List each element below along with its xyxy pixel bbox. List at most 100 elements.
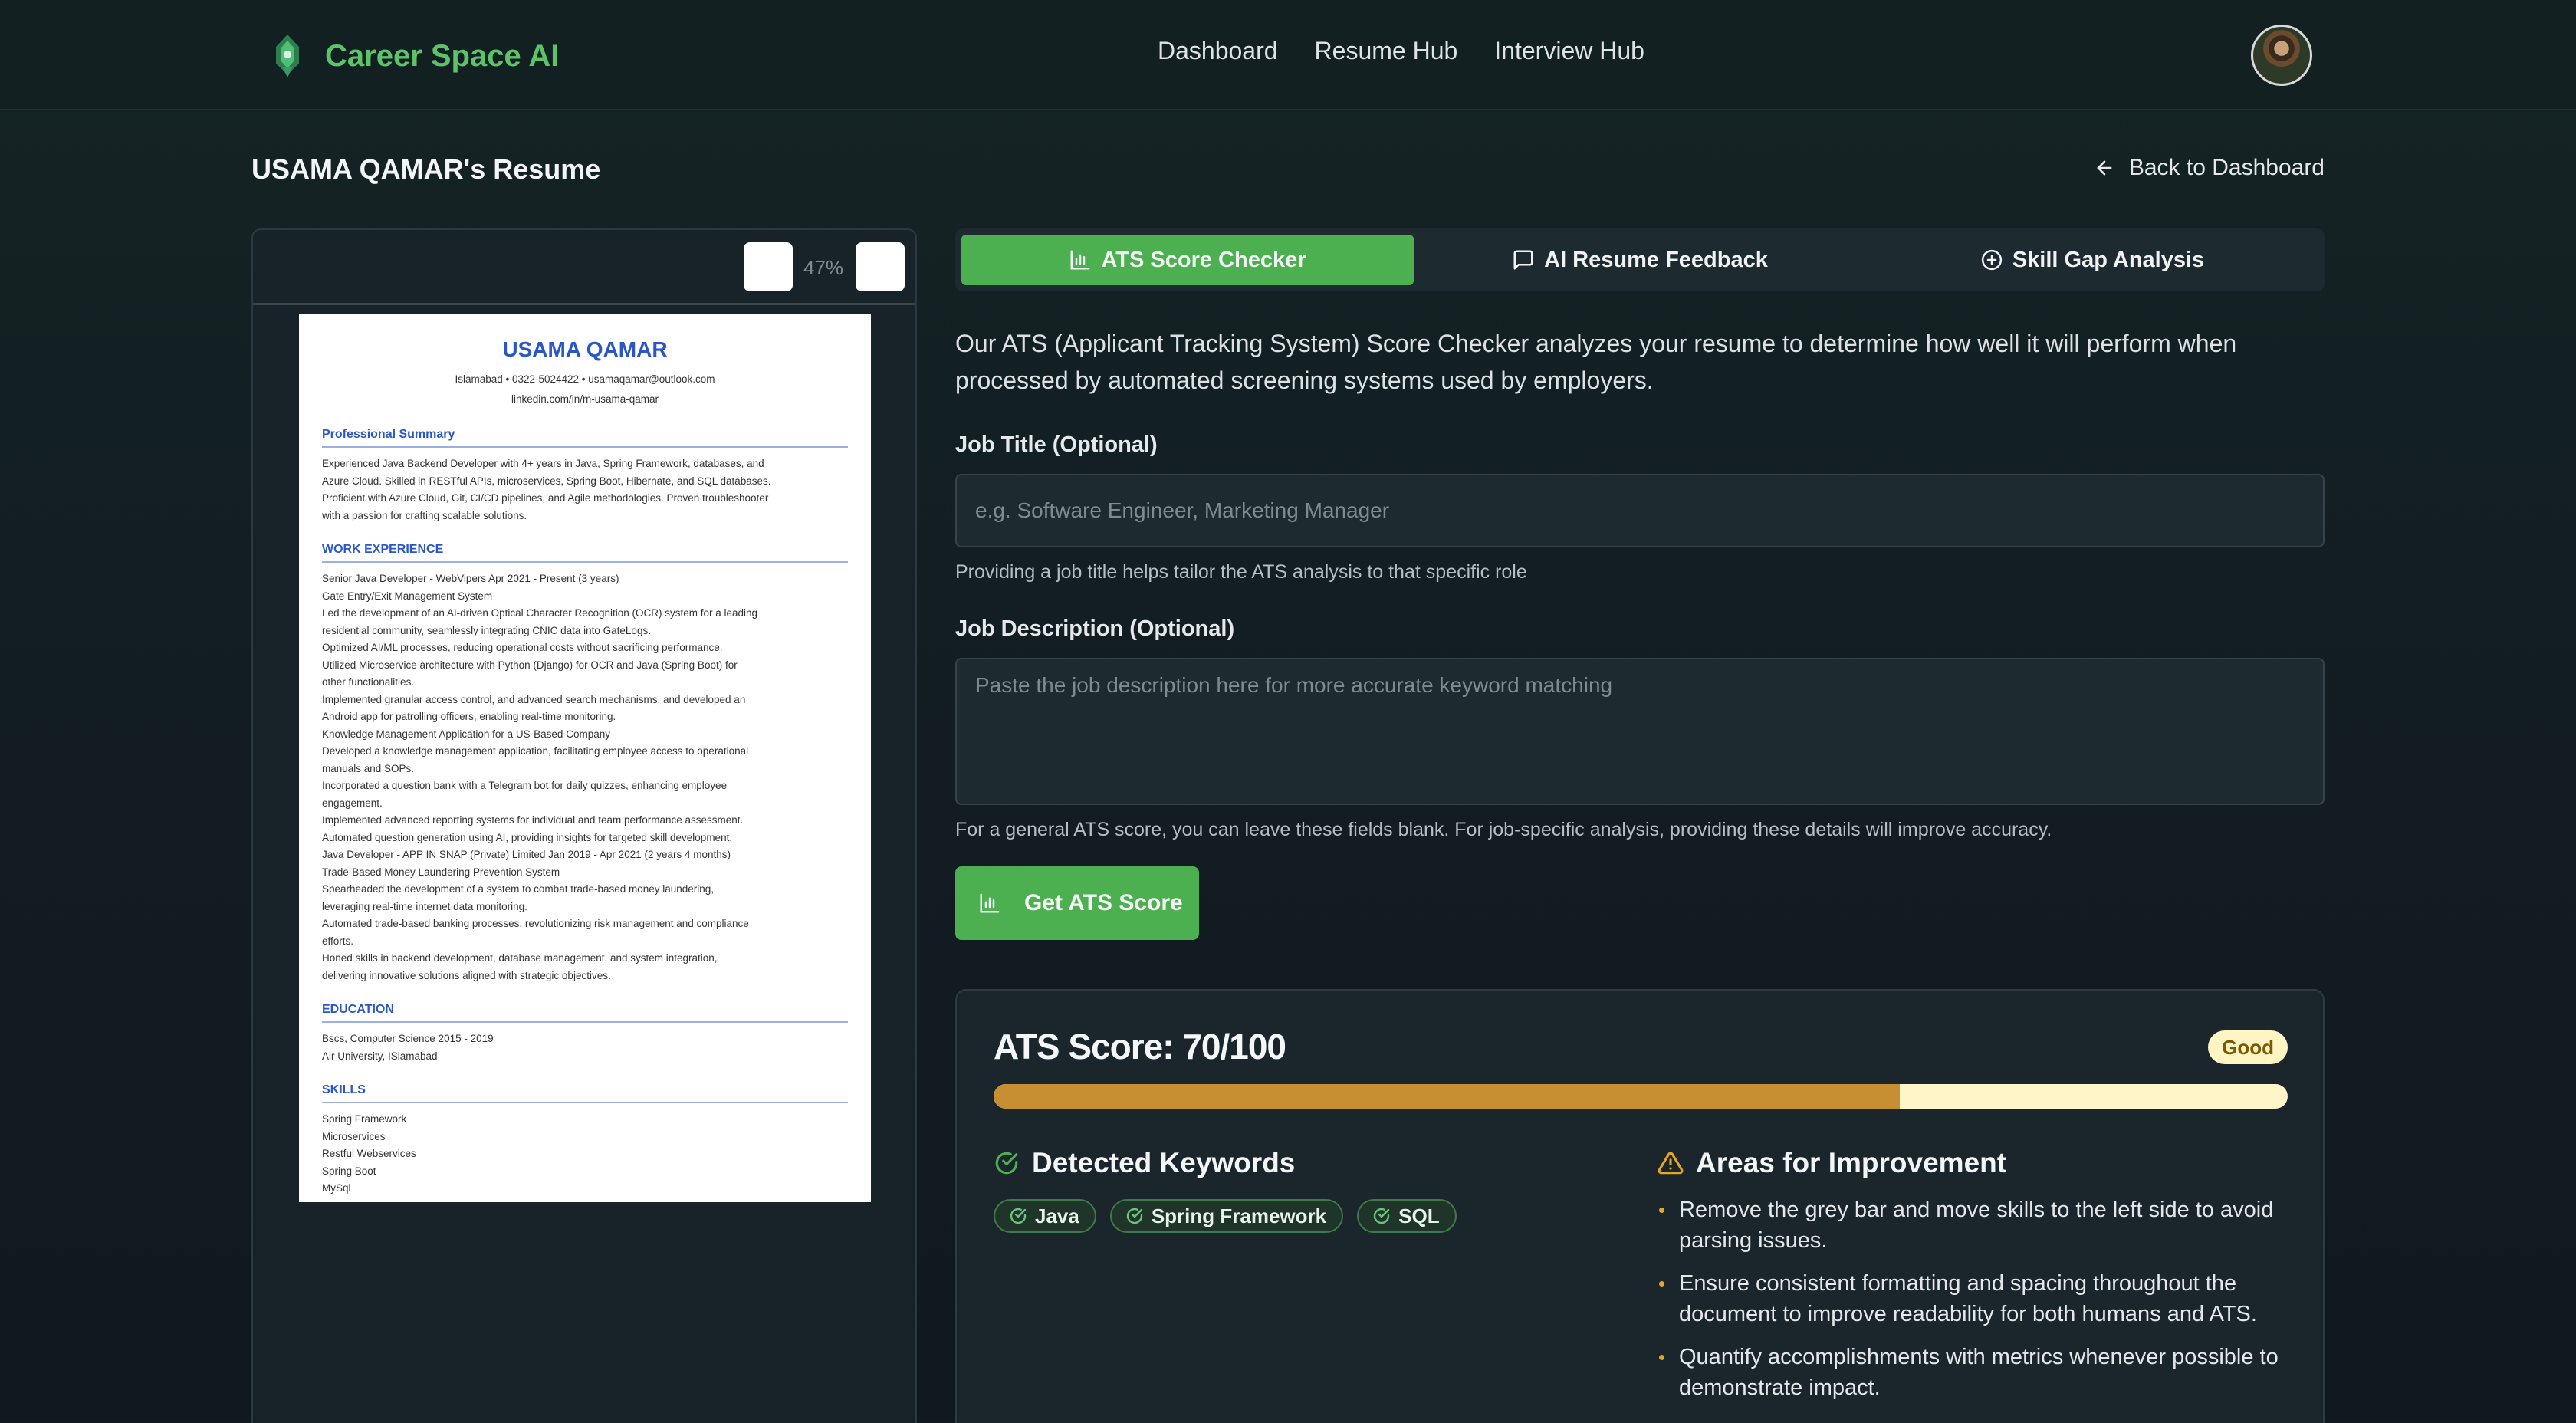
resume-section-heading: WORK EXPERIENCE [322,543,848,563]
resume-line: Gate Entry/Exit Management System [322,590,493,602]
resume-line: Java Developer - APP IN SNAP (Private) L… [322,849,731,860]
resume-line: engagement. [322,797,383,809]
tab-label: ATS Score Checker [1101,247,1306,272]
resume-line: efforts. [322,935,354,947]
resume-line: Optimized AI/ML processes, reducing oper… [322,642,723,653]
warning-triangle-icon [1658,1152,1684,1175]
check-circle-icon [1010,1208,1027,1224]
keyword-label: SQL [1398,1204,1440,1227]
improvement-item: Quantify accomplishments with metrics wh… [1658,1342,2286,1403]
resume-section-heading: Professional Summary [322,428,848,448]
check-circle-icon [1126,1208,1143,1224]
resume-document: USAMA QAMAR Islamabad • 0322-5024422 • u… [299,314,871,1202]
resume-section-body: Bscs, Computer Science 2015 - 2019 Air U… [322,1030,848,1065]
resume-line: Air University, ISlamabad [322,1050,438,1062]
resume-section-body: Spring Framework Microservices Restful W… [322,1111,848,1198]
resume-line: with a passion for crafting scalable sol… [322,509,527,521]
improvement-item: Ensure consistent formatting and spacing… [1658,1268,2286,1329]
resume-name: USAMA QAMAR [502,337,668,361]
tab-label: AI Resume Feedback [1544,247,1768,272]
resume-line: Senior Java Developer - WebVipers Apr 20… [322,573,619,584]
preview-toolbar: 47% [253,230,915,305]
resume-line: Developed a knowledge management applica… [322,745,749,757]
resume-preview-panel: 47% USAMA QAMAR Islamabad • 0322-5024422… [251,228,917,1423]
job-title-label: Job Title (Optional) [955,432,1158,457]
tab-skill-gap-analysis[interactable]: Skill Gap Analysis [1866,235,2318,285]
heading-label: Detected Keywords [1032,1147,1296,1178]
tab-ats-score-checker[interactable]: ATS Score Checker [961,235,1414,285]
keyword-label: Java [1035,1204,1079,1227]
nav-interview-hub[interactable]: Interview Hub [1494,37,1644,65]
detected-keywords-heading: Detected Keywords [994,1147,1295,1179]
resume-line: Implemented advanced reporting systems f… [322,814,744,826]
resume-line: Led the development of an AI-driven Opti… [322,607,758,619]
page-title: USAMA QAMAR's Resume [251,153,601,185]
job-description-label: Job Description (Optional) [955,616,1235,641]
general-hint: For a general ATS score, you can leave t… [955,819,2052,840]
improvement-list: Remove the grey bar and move skills to t… [1658,1195,2286,1415]
resume-line: Spearheaded the development of a system … [322,883,715,895]
ats-score-title: ATS Score: 70/100 [994,1027,1286,1066]
resume-section-body: Senior Java Developer - WebVipers Apr 20… [322,570,848,984]
resume-line: Honed skills in backend development, dat… [322,952,718,964]
chat-icon [1513,250,1533,270]
keyword-chip: SQL [1357,1199,1457,1233]
ats-intro-text: Our ATS (Applicant Tracking System) Scor… [955,330,2237,394]
brand-name: Career Space AI [325,38,560,73]
resume-line: MySql [322,1182,351,1194]
user-avatar[interactable] [2251,25,2312,86]
main-nav: Dashboard Resume Hub Interview Hub [1158,37,1644,65]
keyword-chip: Java [994,1199,1096,1233]
resume-line: Microservices [322,1130,386,1142]
nav-dashboard[interactable]: Dashboard [1158,37,1278,65]
tab-label: Skill Gap Analysis [2012,247,2205,272]
score-progress-fill [994,1084,1900,1109]
get-ats-score-button[interactable]: Get ATS Score [955,866,1199,940]
zoom-level: 47% [803,256,844,279]
resume-linkedin: linkedin.com/in/m-usama-qamar [511,393,659,405]
zoom-out-button[interactable] [744,242,793,291]
bar-chart-icon [980,893,1000,913]
back-to-dashboard-link[interactable]: Back to Dashboard [2094,155,2325,181]
keyword-label: Spring Framework [1151,1204,1327,1227]
resume-line: Utilized Microservice architecture with … [322,659,738,671]
rating-badge: Good [2208,1030,2288,1064]
resume-line: Incorporated a question bank with a Tele… [322,780,728,791]
score-progress-bar [994,1084,2288,1109]
resume-contact-line: Islamabad • 0322-5024422 • usamaqamar@ou… [455,373,715,385]
job-title-input[interactable] [955,474,2325,547]
resume-section-heading: SKILLS [322,1083,848,1103]
resume-line: Knowledge Management Application for a U… [322,728,610,740]
brand[interactable]: Career Space AI [268,29,559,83]
arrow-left-icon [2097,160,2112,176]
resume-line: Implemented granular access control, and… [322,693,746,705]
resume-line: Restful Webservices [322,1148,416,1159]
resume-line: residential community, seamlessly integr… [322,624,651,636]
resume-line: other functionalities. [322,676,415,688]
check-circle-icon [1373,1208,1390,1224]
resume-line: Experienced Java Backend Developer with … [322,458,764,469]
heading-label: Areas for Improvement [1696,1147,2007,1178]
improvement-item: Remove the grey bar and move skills to t… [1658,1195,2286,1256]
tab-ai-resume-feedback[interactable]: AI Resume Feedback [1414,235,1866,285]
resume-line: Automated question generation using AI, … [322,831,733,843]
keyword-list: Java Spring Framework SQL [994,1199,1457,1233]
resume-line: Proficient with Azure Cloud, Git, CI/CD … [322,492,769,504]
resume-line: Trade-Based Money Laundering Prevention … [322,866,560,878]
resume-section-body: Experienced Java Backend Developer with … [322,455,848,524]
resume-line: delivering innovative solutions aligned … [322,969,611,981]
resume-line: Spring Framework [322,1113,407,1125]
check-circle-icon [995,1152,1018,1175]
areas-for-improvement-heading: Areas for Improvement [1658,1147,2006,1179]
resume-line: leveraging real-time internet data monit… [322,900,527,912]
resume-line: Spring Boot [322,1165,376,1177]
back-link-label: Back to Dashboard [2128,155,2325,180]
nav-resume-hub[interactable]: Resume Hub [1315,37,1458,65]
resume-contact: Islamabad • 0322-5024422 • usamaqamar@ou… [322,370,848,409]
job-description-textarea[interactable] [955,658,2325,805]
top-navbar: Career Space AI Dashboard Resume Hub Int… [0,0,2576,110]
ats-result-card: ATS Score: 70/100 Good Detected Keywords… [955,989,2325,1423]
keyword-chip: Spring Framework [1109,1199,1344,1233]
zoom-in-button[interactable] [856,242,905,291]
resume-line: manuals and SOPs. [322,762,415,774]
